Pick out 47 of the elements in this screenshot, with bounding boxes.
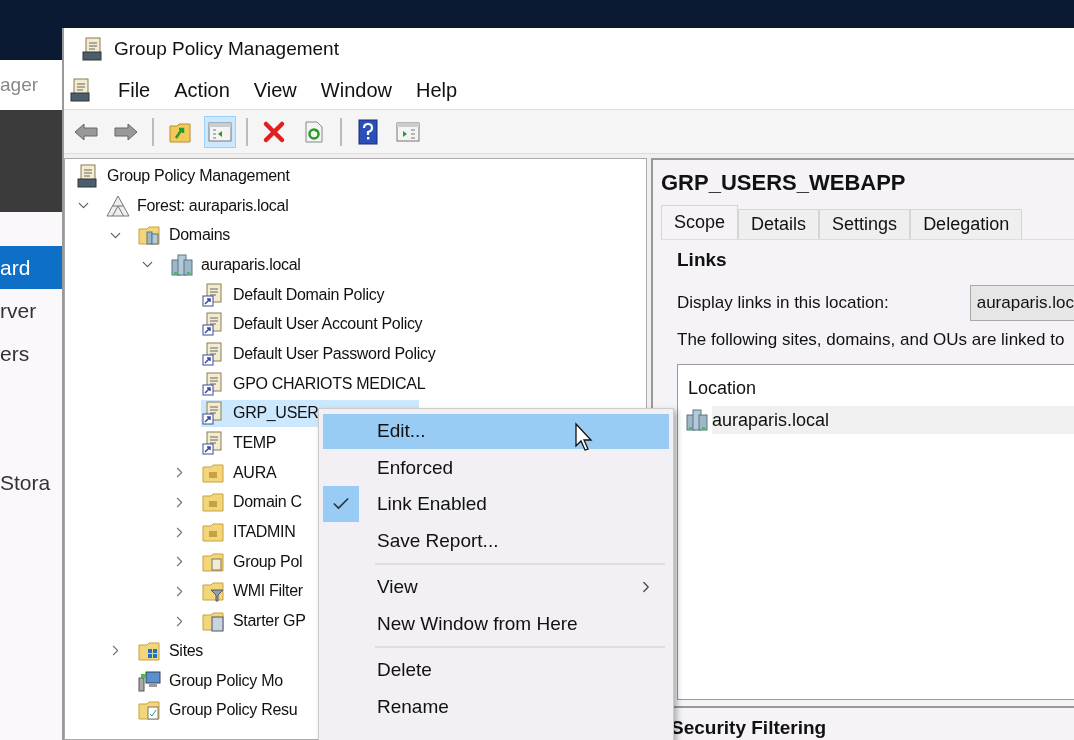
server-icon — [169, 251, 195, 278]
window-title: ager — [0, 72, 39, 97]
refresh-icon — [303, 119, 325, 144]
menu-item[interactable]: New Window from Here — [323, 606, 669, 642]
pane-title: GRP_USERS_WEBAPP — [661, 169, 907, 197]
section-heading: Links — [677, 248, 728, 272]
server-icon — [684, 407, 710, 433]
back-arrow-icon — [73, 120, 99, 143]
menu-bar-item[interactable]: Window — [320, 74, 392, 105]
description-text: The following sites, domains, and OUs are linked to — [677, 328, 1066, 351]
nav-item[interactable]: ers — [0, 332, 62, 375]
tab[interactable]: Delegation — [910, 209, 1023, 239]
close-icon — [262, 119, 286, 144]
nav-item[interactable]: rver — [0, 289, 62, 332]
menu-item[interactable]: Rename — [323, 689, 669, 725]
tab[interactable]: Details — [738, 209, 820, 239]
menu-item[interactable]: Delete — [323, 652, 669, 688]
tab[interactable]: Scope — [661, 205, 739, 239]
pane-icon — [208, 120, 232, 143]
tree-item[interactable]: Default Domain Policy — [201, 281, 485, 309]
menu-bar-item[interactable]: View — [253, 74, 297, 105]
tab[interactable]: Settings — [819, 209, 911, 239]
nav-item[interactable]: Stora — [0, 461, 62, 504]
tree-item[interactable]: Default User Password Policy — [201, 340, 536, 368]
tree-item[interactable]: Sites — [137, 637, 304, 665]
table-cell[interactable]: auraparis.local — [712, 406, 1074, 434]
tree-item[interactable]: auraparis.local — [169, 251, 401, 279]
window-title: Group Policy Management — [114, 36, 339, 61]
field-label: Display links in this location: — [677, 291, 890, 314]
mouse-pointer-icon — [574, 422, 594, 452]
menu-bar-item[interactable]: File — [118, 74, 151, 105]
menu-bar-item[interactable]: Action — [174, 74, 230, 105]
forward-arrow-icon — [113, 120, 139, 143]
tree-item[interactable]: Domains — [137, 221, 331, 249]
menu-item[interactable]: Link Enabled — [323, 486, 669, 522]
location-dropdown[interactable]: auraparis.loc — [969, 284, 1074, 321]
nav-item[interactable]: ard — [0, 246, 62, 289]
help-icon — [357, 118, 379, 145]
tree-item[interactable]: Default User Account Policy — [201, 310, 523, 338]
menu-item[interactable]: Edit... — [323, 413, 669, 449]
column-header: Location — [687, 377, 758, 400]
tree-item[interactable]: Forest: auraparis.local — [105, 192, 389, 220]
pane-icon — [396, 120, 420, 143]
section-heading: Security Filtering — [671, 716, 828, 740]
menu-bar-item[interactable]: Help — [415, 74, 458, 105]
tree-item[interactable]: GPO CHARIOTS MEDICAL — [201, 370, 526, 398]
tree-item[interactable]: Group Policy Management — [75, 162, 390, 190]
